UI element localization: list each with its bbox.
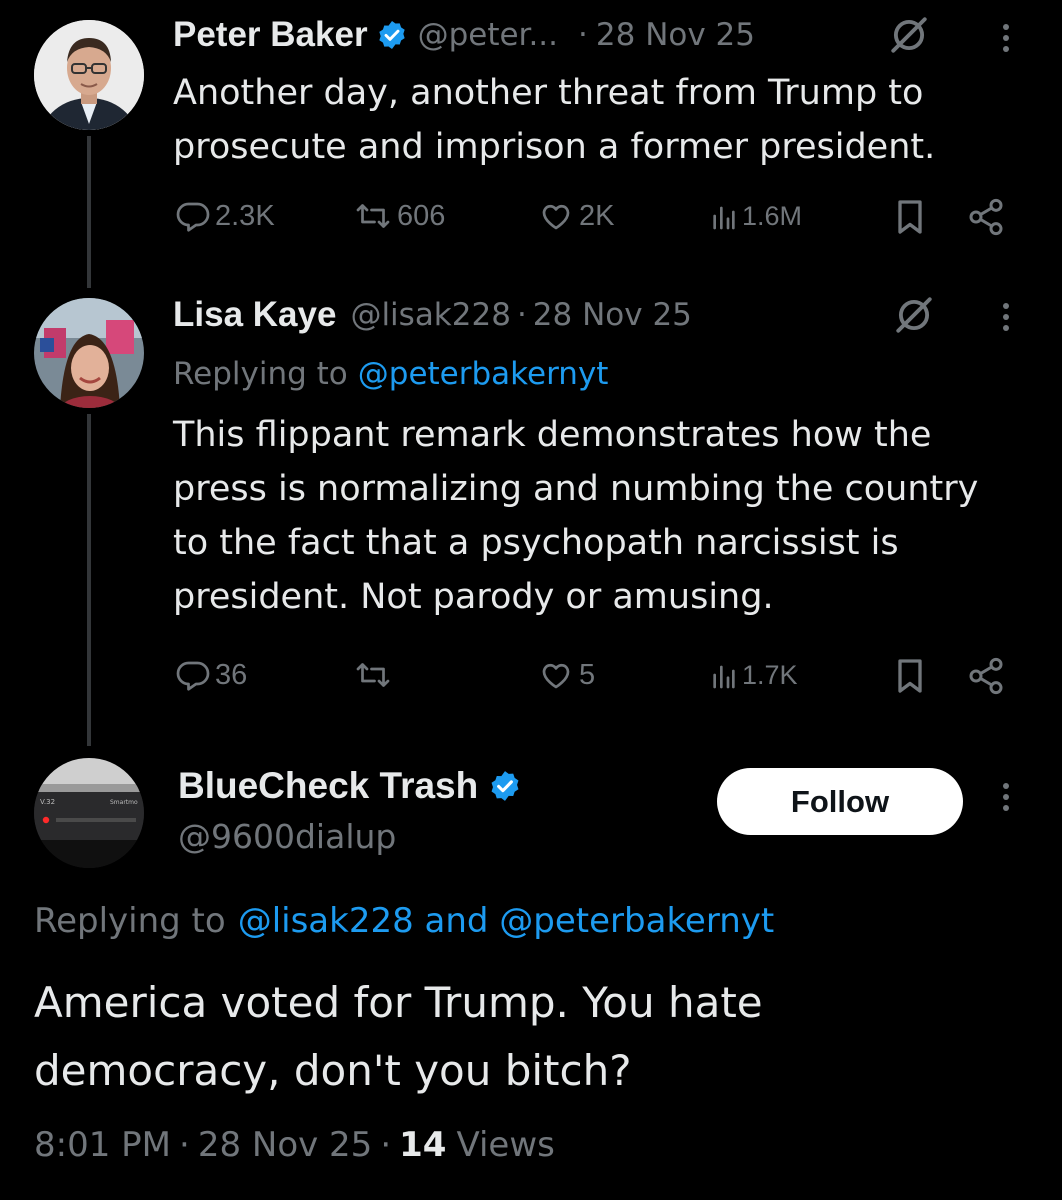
replying-to: Replying to @lisak228 and @peterbakernyt [34,897,774,945]
reply-count: 2.3K [215,199,275,232]
replying-to-links[interactable]: @lisak228 and @peterbakernyt [238,901,775,941]
avatar-peter-baker[interactable] [34,20,144,130]
grok-icon[interactable] [888,14,930,60]
repost-icon [353,198,393,234]
reply-icon [175,198,211,234]
tweet-text-line: prosecute and imprison a former presiden… [173,127,936,167]
replying-prefix: Replying to [34,901,226,941]
dot-separator: · [516,297,527,333]
bookmark-icon[interactable] [893,197,927,241]
tweet-header: Lisa Kaye @lisak228 · 28 Nov 25 [173,293,692,337]
like-icon [537,657,575,693]
reply-button[interactable]: 36 [175,657,247,693]
avatar-device-label: V.32 [40,798,55,806]
tweet-text-line: America voted for Trump. You hate [34,978,763,1027]
views-button[interactable]: 1.7K [710,659,798,691]
tweet-date[interactable]: 28 Nov 25 [198,1125,373,1165]
thread-line [87,414,91,746]
tweet-date[interactable]: 28 Nov 25 [533,297,692,333]
share-icon[interactable] [966,656,1006,700]
reply-count: 36 [215,658,248,691]
replying-to: Replying to @peterbakernyt [173,352,608,396]
tweet-text-line: democracy, don't you bitch? [34,1046,632,1095]
like-count: 5 [579,658,596,691]
author-handle[interactable]: @peter... [418,17,558,53]
avatar-device-brand: Smartmo [110,799,138,806]
views-button[interactable]: 1.6M [710,200,802,232]
tweet-meta: 8:01 PM · 28 Nov 25 · 14 Views [34,1120,555,1170]
reply-button[interactable]: 2.3K [175,198,275,234]
dot-separator: · [179,1125,190,1165]
repost-button[interactable] [353,657,397,693]
author-name[interactable]: Peter Baker [173,15,368,55]
avatar-lisa-kaye[interactable] [34,298,144,408]
verified-badge-icon [376,19,408,51]
verified-badge-icon [488,769,522,803]
views-label: Views [456,1125,555,1165]
tweet-date[interactable]: 28 Nov 25 [596,17,755,53]
dot-separator: · [578,17,588,53]
follow-button[interactable]: Follow [717,768,963,835]
author-handle[interactable]: @9600dialup [178,817,396,856]
like-count: 2K [579,199,615,232]
tweet-text-line: Another day, another threat from Trump t… [173,73,924,113]
more-icon[interactable] [1001,303,1011,331]
views-icon [710,200,738,232]
views-count: 1.7K [742,659,798,690]
views-count: 14 [399,1125,447,1165]
tweet-text-line: This flippant remark demonstrates how th… [173,415,932,455]
tweet-header: Peter Baker @peter... · 28 Nov 25 [173,13,755,57]
thread-line [87,136,91,288]
main-author-name-row: BlueCheck Trash [178,763,522,809]
author-handle[interactable]: @lisak228 [350,297,511,333]
more-icon[interactable] [1001,24,1011,52]
author-name[interactable]: Lisa Kaye [173,295,336,335]
tweet-text-line: to the fact that a psychopath narcissist… [173,523,899,563]
tweet-time[interactable]: 8:01 PM [34,1125,171,1165]
tweet-text: This flippant remark demonstrates how th… [173,408,978,624]
author-name[interactable]: BlueCheck Trash [178,765,478,807]
main-author-handle-row: @9600dialup [178,814,396,858]
tweet-text: Another day, another threat from Trump t… [173,66,935,174]
tweet-text-line: press is normalizing and numbing the cou… [173,469,979,509]
repost-count: 606 [397,199,446,232]
bookmark-icon[interactable] [893,656,927,700]
dot-separator: · [380,1125,392,1165]
share-icon[interactable] [966,197,1006,241]
replying-to-link[interactable]: @peterbakernyt [358,356,609,392]
grok-icon[interactable] [893,294,935,340]
like-icon [537,198,575,234]
views-count: 1.6M [742,200,803,231]
repost-button[interactable]: 606 [353,198,445,234]
more-icon[interactable] [1001,783,1011,811]
like-button[interactable]: 5 [537,657,595,693]
like-button[interactable]: 2K [537,198,614,234]
repost-icon [353,657,393,693]
reply-icon [175,657,211,693]
main-tweet-text: America voted for Trump. You hate democr… [34,969,763,1105]
views-icon [710,659,738,691]
replying-prefix: Replying to [173,356,348,392]
tweet-text-line: president. Not parody or amusing. [173,577,774,617]
avatar-bluecheck-trash[interactable]: V.32 Smartmo [34,758,144,868]
